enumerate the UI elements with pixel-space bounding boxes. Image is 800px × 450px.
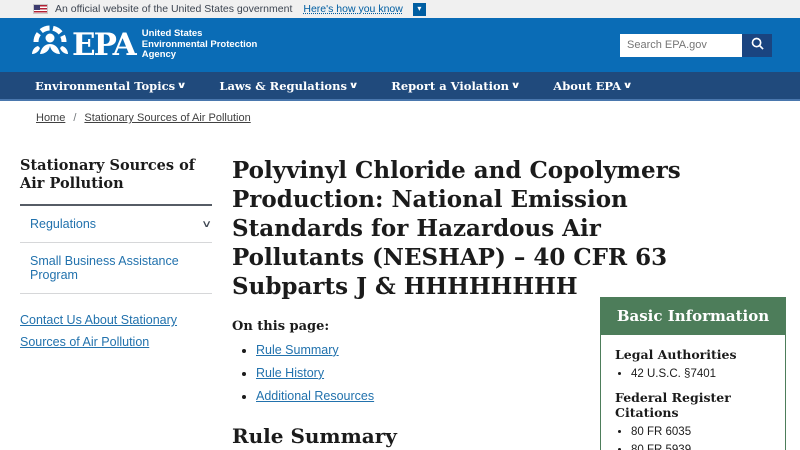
rule-history-link[interactable]: Rule History [256, 366, 324, 380]
federal-register-list: 80 FR 6035 80 FR 5939 77 FR 22847 [631, 426, 775, 450]
info-box-body: Legal Authorities 42 U.S.C. §7401 Federa… [600, 335, 786, 450]
nav-laws-regulations[interactable]: Laws & Regulations ∨ [202, 79, 374, 93]
nav-label: Laws & Regulations [219, 78, 347, 93]
list-item: 80 FR 5939 [631, 444, 775, 450]
sidebar-menu: Regulations ∨ Small Business Assistance … [20, 206, 212, 295]
tagline-line-1: United States [141, 27, 203, 39]
legal-authorities-heading: Legal Authorities [615, 347, 737, 362]
nav-label: About EPA [553, 78, 622, 93]
search-button[interactable] [742, 33, 772, 57]
sidebar-item-label: Small Business Assistance Program [30, 254, 179, 283]
breadcrumb-home-link[interactable]: Home [36, 112, 65, 124]
chevron-down-icon: ∨ [622, 80, 633, 91]
sidebar-item-small-business[interactable]: Small Business Assistance Program [20, 243, 212, 295]
list-item: 42 U.S.C. §7401 [631, 368, 775, 380]
rule-summary-link[interactable]: Rule Summary [256, 343, 339, 357]
heres-how-you-know-link[interactable]: Here's how you know [303, 3, 402, 15]
search-input[interactable] [620, 33, 742, 57]
site-header: EPA United States Environmental Protecti… [0, 18, 800, 72]
contact-us-link[interactable]: Contact Us About Stationary Sources of A… [20, 310, 212, 354]
chevron-down-icon: ∨ [510, 80, 521, 91]
federal-register-heading: Federal Register Citations [615, 390, 731, 420]
info-box-title: Basic Information [600, 297, 786, 335]
header-search [620, 33, 772, 57]
nav-label: Report a Violation [391, 78, 509, 93]
breadcrumb-current-link[interactable]: Stationary Sources of Air Pollution [84, 112, 250, 124]
additional-resources-link[interactable]: Additional Resources [256, 389, 374, 403]
page-title: Polyvinyl Chloride and Copolymers Produc… [232, 157, 681, 300]
gov-banner: An official website of the United States… [0, 0, 800, 18]
chevron-down-icon: ▾ [417, 4, 422, 13]
tagline-line-3: Agency [141, 49, 177, 61]
sidebar-item-label: Regulations [30, 217, 97, 232]
search-icon [751, 37, 764, 53]
basic-information-box: Basic Information Legal Authorities 42 U… [600, 297, 786, 450]
chevron-down-icon: ∨ [176, 80, 187, 91]
sidebar-item-regulations[interactable]: Regulations ∨ [20, 206, 212, 244]
us-flag-icon [33, 4, 48, 14]
primary-nav: Environmental Topics ∨ Laws & Regulations… [0, 72, 800, 101]
epa-seal-icon [30, 23, 70, 68]
nav-about-epa[interactable]: About EPA ∨ [536, 79, 648, 93]
sidebar: Stationary Sources of Air Pollution Regu… [20, 130, 212, 354]
epa-wordmark: EPA [72, 26, 137, 63]
breadcrumb: Home / Stationary Sources of Air Polluti… [36, 112, 251, 124]
sidebar-title: Stationary Sources of Air Pollution [20, 157, 195, 193]
nav-environmental-topics[interactable]: Environmental Topics ∨ [18, 79, 202, 93]
epa-tagline: United States Environmental Protection A… [141, 27, 258, 62]
epa-logo[interactable]: EPA United States Environmental Protecti… [30, 23, 257, 68]
list-item: 80 FR 6035 [631, 426, 775, 438]
legal-authorities-list: 42 U.S.C. §7401 [631, 368, 775, 380]
chevron-down-icon: ∨ [348, 80, 359, 91]
breadcrumb-separator: / [73, 112, 77, 124]
chevron-down-icon: ∨ [200, 218, 212, 230]
banner-text: An official website of the United States… [55, 3, 293, 15]
nav-report-violation[interactable]: Report a Violation ∨ [374, 79, 536, 93]
banner-expand-button[interactable]: ▾ [412, 2, 426, 16]
nav-label: Environmental Topics [35, 78, 176, 93]
